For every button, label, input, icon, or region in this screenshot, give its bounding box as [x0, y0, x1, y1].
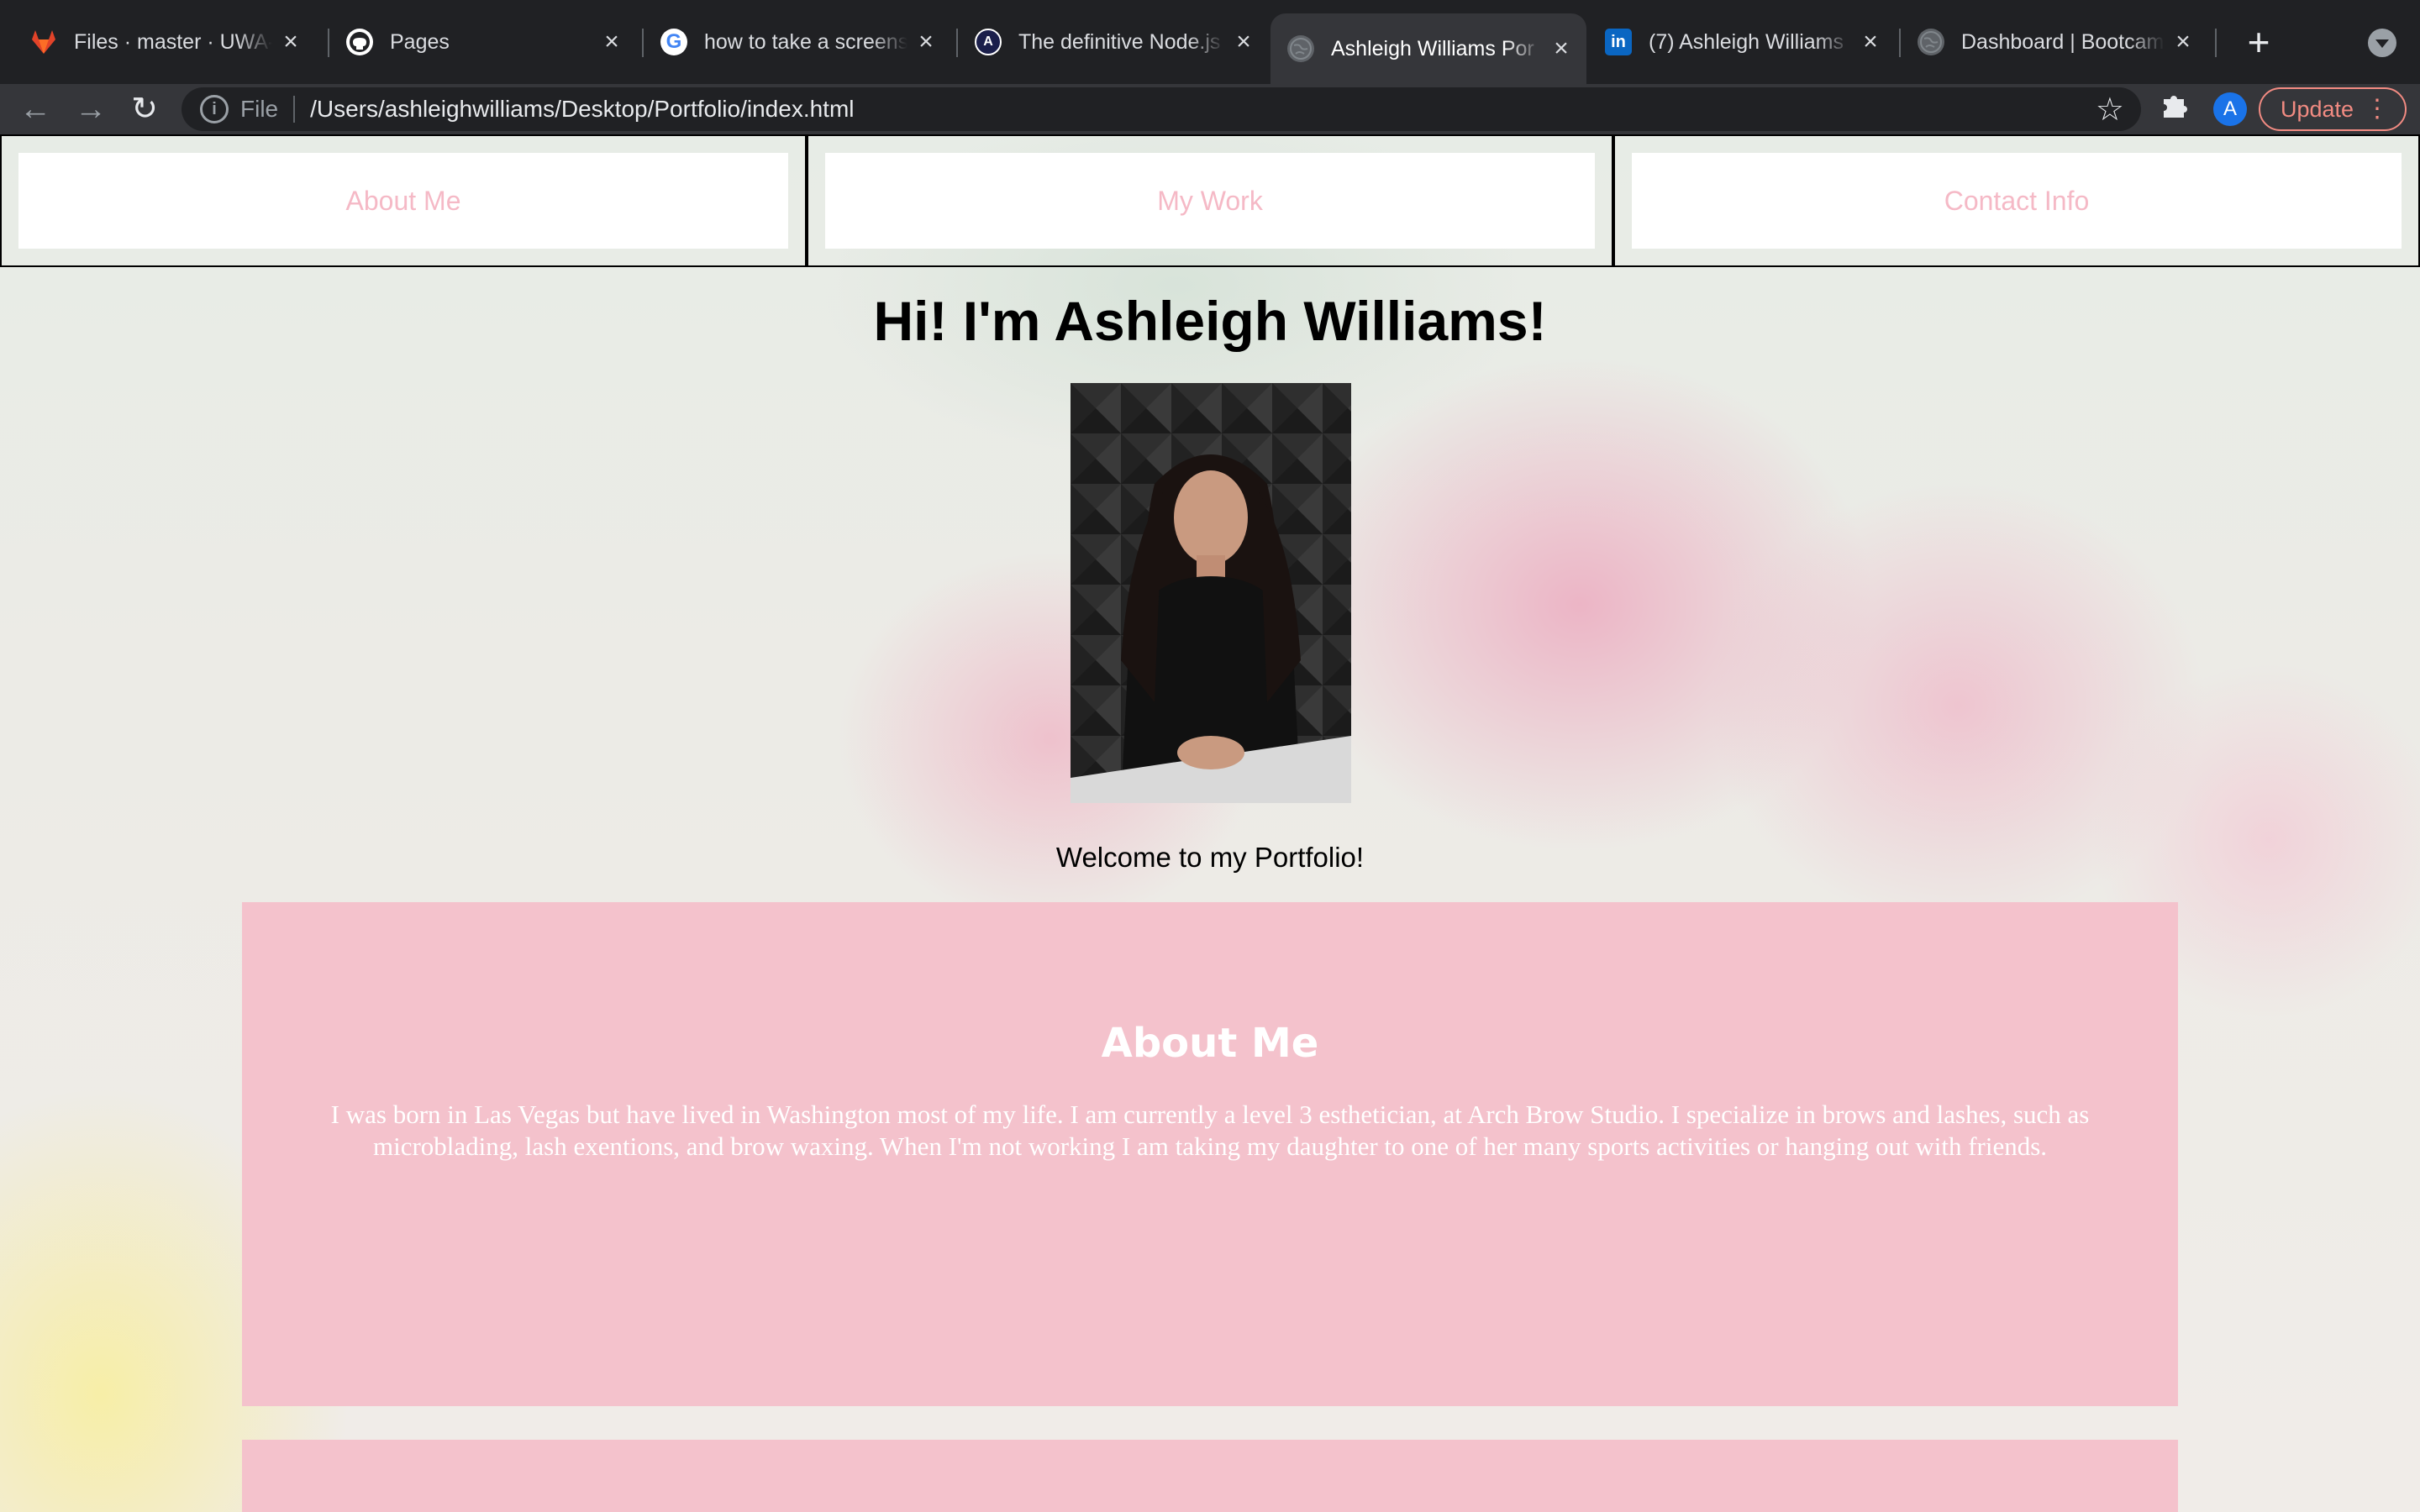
- tab-title: Files · master · UWA-P: [74, 29, 272, 54]
- tab-nodejs-guide[interactable]: A The definitive Node.js ×: [958, 13, 1269, 71]
- close-tab-icon[interactable]: ×: [593, 28, 630, 56]
- extensions-puzzle-icon[interactable]: [2156, 91, 2193, 128]
- omnibox-divider: [293, 96, 296, 123]
- about-me-text: I was born in Las Vegas but have lived i…: [330, 1100, 2090, 1161]
- close-tab-icon[interactable]: ×: [2165, 28, 2202, 56]
- github-icon: [346, 29, 373, 55]
- nav-my-work-link[interactable]: My Work: [825, 153, 1595, 249]
- close-tab-icon[interactable]: ×: [908, 28, 944, 56]
- linkedin-icon: in: [1605, 29, 1632, 55]
- update-button[interactable]: Update ⋮: [2259, 87, 2407, 131]
- browser-toolbar: ← → ↻ i File /Users/ashleighwilliams/Des…: [0, 84, 2420, 134]
- nav-contact-info-link[interactable]: Contact Info: [1632, 153, 2402, 249]
- tab-title: The definitive Node.js: [1018, 29, 1221, 54]
- back-arrow-icon[interactable]: ←: [13, 87, 57, 131]
- new-tab-button[interactable]: +: [2235, 18, 2282, 66]
- reload-icon[interactable]: ↻: [123, 87, 166, 131]
- globe-icon: [1287, 35, 1314, 62]
- url-text[interactable]: /Users/ashleighwilliams/Desktop/Portfoli…: [310, 96, 2096, 123]
- tab-pages[interactable]: Pages ×: [329, 13, 637, 71]
- nav-about-me-link[interactable]: About Me: [18, 153, 788, 249]
- about-me-heading: About Me: [1101, 1020, 1319, 1067]
- nav-cell: Contact Info: [1613, 134, 2420, 267]
- close-tab-icon[interactable]: ×: [1225, 28, 1262, 56]
- close-tab-icon[interactable]: ×: [1852, 28, 1889, 56]
- profile-photo: [1071, 383, 1351, 803]
- google-icon: G: [660, 29, 687, 55]
- globe-icon: [1918, 29, 1944, 55]
- tab-title: Ashleigh Williams Por: [1331, 36, 1534, 60]
- tab-title: Dashboard | Bootcam: [1961, 29, 2165, 54]
- forward-arrow-icon[interactable]: →: [69, 87, 113, 131]
- site-nav: About Me My Work Contact Info: [0, 134, 2420, 267]
- gitlab-icon: [30, 29, 57, 55]
- tab-bootcamp-dashboard[interactable]: Dashboard | Bootcam ×: [1901, 13, 2208, 71]
- tab-title: how to take a screens: [704, 29, 908, 54]
- page-viewport: About Me My Work Contact Info Hi! I'm As…: [0, 134, 2420, 1512]
- nav-cell: About Me: [0, 134, 807, 267]
- tab-title: (7) Ashleigh Williams: [1649, 29, 1844, 54]
- update-label: Update: [2281, 96, 2354, 122]
- address-bar[interactable]: i File /Users/ashleighwilliams/Desktop/P…: [182, 87, 2141, 131]
- tab-search-chevron-icon[interactable]: [2368, 29, 2396, 57]
- page-title: Hi! I'm Ashleigh Williams!: [873, 290, 1547, 352]
- bookmark-star-icon[interactable]: ☆: [2096, 91, 2124, 129]
- my-work-section: [242, 1440, 2178, 1512]
- tab-strip: Files · master · UWA-P × Pages × G how t…: [0, 0, 2420, 84]
- close-tab-icon[interactable]: ×: [1543, 34, 1580, 63]
- tab-portfolio-active[interactable]: Ashleigh Williams Por ×: [1270, 13, 1586, 84]
- info-icon[interactable]: i: [200, 95, 229, 123]
- more-vert-icon[interactable]: ⋮: [2365, 96, 2390, 123]
- nav-cell: My Work: [807, 134, 1613, 267]
- tab-linkedin[interactable]: in (7) Ashleigh Williams ×: [1588, 13, 1896, 71]
- tab-title: Pages: [390, 29, 450, 54]
- tab-google-search[interactable]: G how to take a screens ×: [644, 13, 951, 71]
- tab-separator: [2215, 29, 2217, 57]
- close-tab-icon[interactable]: ×: [272, 28, 309, 56]
- about-me-section: About Me I was born in Las Vegas but hav…: [242, 902, 2178, 1406]
- tab-gitlab-files[interactable]: Files · master · UWA-P ×: [13, 13, 316, 71]
- nodejs-guide-icon: A: [975, 29, 1002, 55]
- profile-avatar[interactable]: A: [2213, 92, 2247, 126]
- welcome-text: Welcome to my Portfolio!: [1055, 842, 1365, 873]
- scheme-label: File: [240, 96, 279, 122]
